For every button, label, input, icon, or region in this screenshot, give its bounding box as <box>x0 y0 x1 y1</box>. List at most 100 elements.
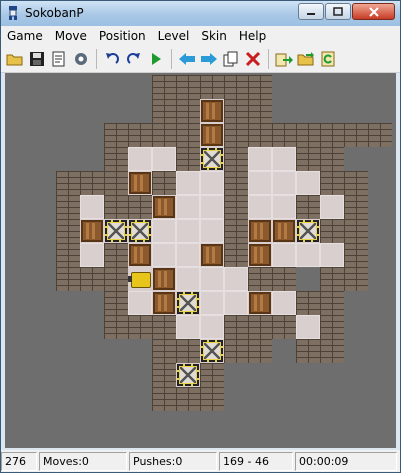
box-tile[interactable] <box>248 243 272 267</box>
play-button[interactable] <box>145 48 167 70</box>
wall-tile <box>104 291 128 315</box>
next-level-button[interactable] <box>273 48 295 70</box>
copy-icon <box>223 51 238 67</box>
load-level-button[interactable] <box>295 48 317 70</box>
box-tile[interactable] <box>200 123 224 147</box>
wall-tile <box>56 243 80 267</box>
wall-tile <box>176 147 200 171</box>
wall-tile <box>152 363 176 387</box>
box-tile[interactable] <box>128 243 152 267</box>
floor-tile <box>320 243 344 267</box>
wall-tile <box>248 123 272 147</box>
floor-tile <box>296 171 320 195</box>
box-tile[interactable] <box>272 219 296 243</box>
box-tile[interactable] <box>152 195 176 219</box>
goal-tile <box>128 219 152 243</box>
floor-tile <box>200 267 224 291</box>
goal-tile <box>176 291 200 315</box>
floor-tile <box>200 291 224 315</box>
floor-tile <box>152 219 176 243</box>
menu-help[interactable]: Help <box>233 29 272 43</box>
wall-tile <box>272 267 296 291</box>
floor-tile <box>176 195 200 219</box>
wall-tile <box>176 387 200 411</box>
previous-button[interactable] <box>176 48 198 70</box>
floor-tile <box>200 219 224 243</box>
wall-tile <box>248 99 272 123</box>
wall-tile <box>344 267 368 291</box>
menu-skin[interactable]: Skin <box>195 29 233 43</box>
wall-tile <box>152 315 176 339</box>
floor-tile <box>248 195 272 219</box>
box-tile[interactable] <box>128 171 152 195</box>
box-tile[interactable] <box>152 267 176 291</box>
redo-button[interactable] <box>123 48 145 70</box>
floor-tile <box>80 243 104 267</box>
box-tile[interactable] <box>248 219 272 243</box>
wall-tile <box>104 243 128 267</box>
wall-tile <box>104 123 128 147</box>
title-bar[interactable]: SokobanP <box>1 1 400 26</box>
wall-tile <box>56 195 80 219</box>
box-tile[interactable] <box>80 219 104 243</box>
copy-button[interactable] <box>220 48 242 70</box>
close-button[interactable] <box>352 3 395 20</box>
toolbar-separator <box>171 49 172 69</box>
wall-tile <box>104 267 128 291</box>
wall-tile <box>176 339 200 363</box>
app-window: SokobanP Game Move Position Level Skin H… <box>0 0 401 473</box>
wall-tile <box>344 219 368 243</box>
floor-tile <box>152 243 176 267</box>
goal-tile <box>296 219 320 243</box>
delete-button[interactable] <box>242 48 264 70</box>
wall-tile <box>224 219 248 243</box>
wall-tile <box>344 123 368 147</box>
undo-button[interactable] <box>101 48 123 70</box>
maximize-button[interactable] <box>325 3 351 20</box>
open-button[interactable] <box>4 48 26 70</box>
floor-tile <box>320 195 344 219</box>
box-tile[interactable] <box>200 243 224 267</box>
wall-tile <box>224 339 248 363</box>
wall-tile <box>344 195 368 219</box>
floor-tile <box>152 147 176 171</box>
wall-tile <box>80 171 104 195</box>
box-tile[interactable] <box>152 291 176 315</box>
player-tile[interactable] <box>128 267 152 291</box>
maximize-icon <box>333 7 343 16</box>
menu-game[interactable]: Game <box>1 29 49 43</box>
properties-button[interactable] <box>48 48 70 70</box>
wall-tile <box>224 243 248 267</box>
wall-tile <box>296 195 320 219</box>
floor-tile <box>176 219 200 243</box>
wall-tile <box>128 123 152 147</box>
window-title: SokobanP <box>25 6 84 20</box>
minimize-button[interactable] <box>298 3 324 20</box>
wall-tile <box>320 171 344 195</box>
game-board[interactable] <box>5 73 396 448</box>
wall-tile <box>56 267 80 291</box>
wall-tile <box>152 387 176 411</box>
wall-tile <box>224 99 248 123</box>
box-tile[interactable] <box>200 99 224 123</box>
floor-tile <box>272 147 296 171</box>
menu-position[interactable]: Position <box>93 29 152 43</box>
settings-button[interactable] <box>70 48 92 70</box>
wall-tile <box>344 171 368 195</box>
box-tile[interactable] <box>248 291 272 315</box>
settings-icon <box>75 53 87 65</box>
menu-level[interactable]: Level <box>152 29 196 43</box>
floor-tile <box>176 243 200 267</box>
status-pushes: Pushes:0 <box>129 452 217 471</box>
refresh-button[interactable] <box>317 48 339 70</box>
floor-tile <box>128 291 152 315</box>
save-button[interactable] <box>26 48 48 70</box>
wall-tile <box>320 315 344 339</box>
goal-tile <box>104 219 128 243</box>
close-icon <box>368 6 379 17</box>
wall-tile <box>152 339 176 363</box>
wall-tile <box>56 219 80 243</box>
wall-tile <box>80 267 104 291</box>
menu-move[interactable]: Move <box>49 29 93 43</box>
next-button[interactable] <box>198 48 220 70</box>
